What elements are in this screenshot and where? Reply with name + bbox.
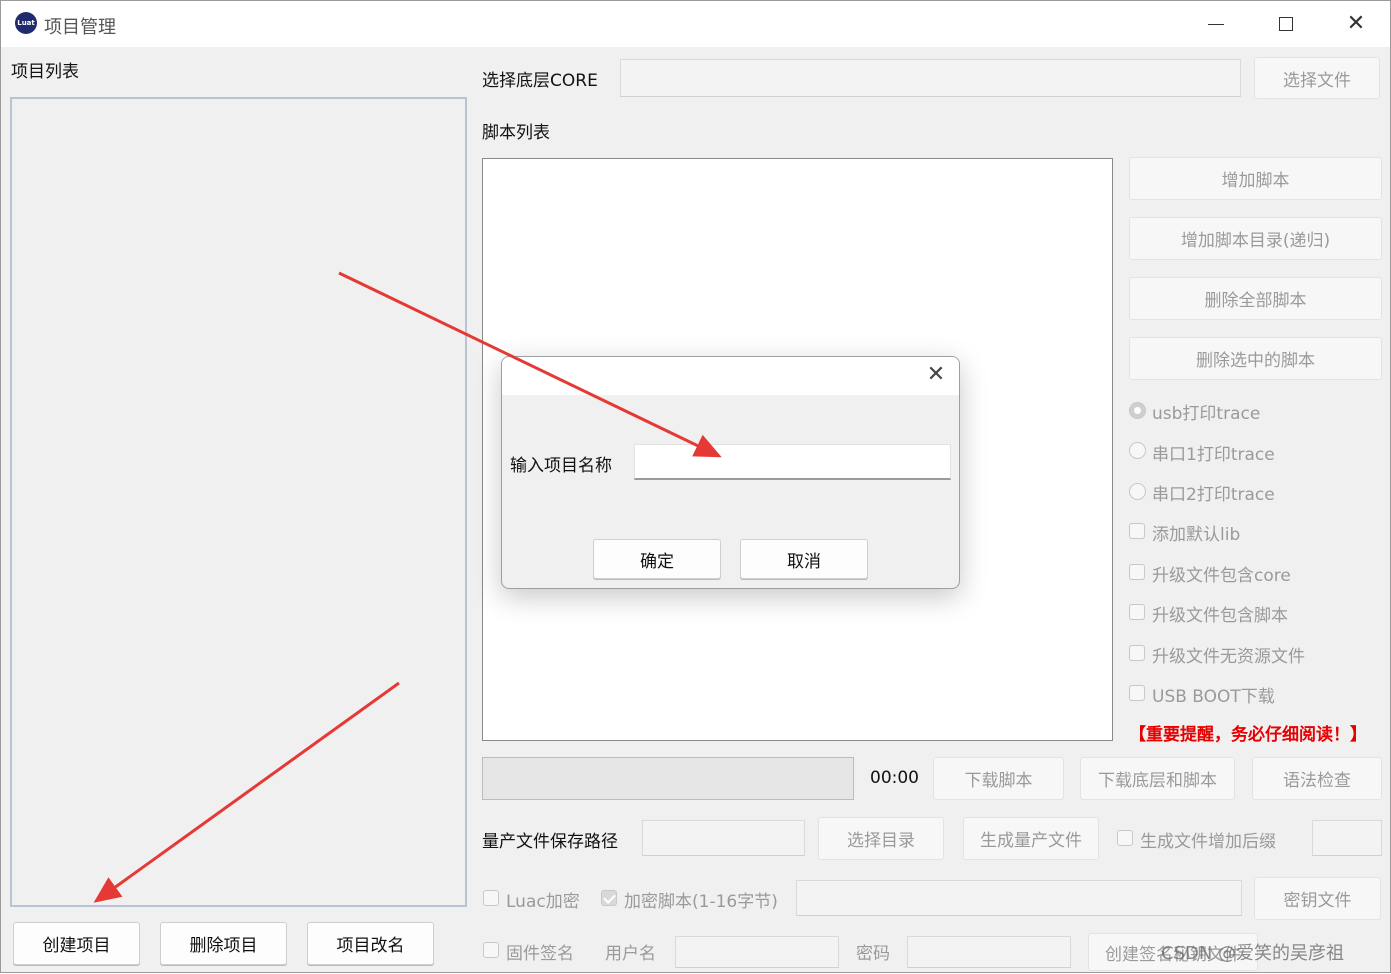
add-suffix-label: 生成文件增加后缀 [1140,832,1276,852]
core-path-field[interactable] [620,59,1241,97]
dialog-close-button[interactable]: ✕ [922,361,950,389]
select-directory-button[interactable]: 选择目录 [818,817,944,860]
production-path-label: 量产文件保存路径 [482,832,618,852]
production-path-field[interactable] [642,820,805,856]
usb-trace-radio[interactable] [1129,402,1146,419]
uart2-trace-radio[interactable] [1129,483,1146,500]
dialog-cancel-button[interactable]: 取消 [740,539,868,579]
dialog-ok-button[interactable]: 确定 [593,539,721,579]
project-list[interactable] [10,97,467,907]
core-label: 选择底层CORE [482,71,598,91]
include-script-label: 升级文件包含脚本 [1152,606,1288,626]
minimize-button[interactable] [1193,9,1239,39]
dialog-title-bar: ✕ [502,357,959,395]
important-notice-link[interactable]: 【重要提醒，务必仔细阅读！】 [1129,720,1367,745]
window-title: 项目管理 [44,17,116,38]
maximize-button[interactable] [1263,9,1309,39]
title-bar: Luat 项目管理 ✕ [1,1,1390,47]
uart2-trace-label: 串口2打印trace [1152,485,1275,505]
delete-selected-scripts-button[interactable]: 删除选中的脚本 [1129,337,1382,380]
create-project-button[interactable]: 创建项目 [13,922,140,965]
csdn-watermark: CSDN @爱笑的吴彦祖 [1161,943,1345,964]
add-default-lib-checkbox[interactable] [1129,523,1145,539]
select-file-button[interactable]: 选择文件 [1254,57,1380,99]
include-core-checkbox[interactable] [1129,564,1145,580]
minimize-icon [1208,23,1224,25]
key-file-button[interactable]: 密钥文件 [1254,877,1381,920]
usb-boot-label: USB BOOT下载 [1152,687,1275,707]
project-name-prompt: 输入项目名称 [510,456,612,476]
luac-encrypt-checkbox[interactable] [483,890,499,906]
username-label: 用户名 [605,944,656,964]
uart1-trace-radio[interactable] [1129,442,1146,459]
no-resource-checkbox[interactable] [1129,645,1145,661]
no-resource-label: 升级文件无资源文件 [1152,647,1305,667]
encrypt-script-label: 加密脚本(1-16字节) [624,892,778,912]
encrypt-key-field[interactable] [796,880,1242,916]
new-project-dialog: ✕ 输入项目名称 确定 取消 [501,356,960,589]
download-core-and-script-button[interactable]: 下载底层和脚本 [1080,757,1235,800]
download-script-button[interactable]: 下载脚本 [933,757,1064,800]
project-list-label: 项目列表 [11,62,79,82]
maximize-icon [1279,17,1293,31]
uart1-trace-label: 串口1打印trace [1152,445,1275,465]
add-script-button[interactable]: 增加脚本 [1129,157,1382,200]
elapsed-time: 00:00 [870,768,919,788]
download-progress-bar [482,757,854,800]
encrypt-script-checkbox[interactable] [601,890,617,906]
password-field[interactable] [907,936,1071,968]
script-list-label: 脚本列表 [482,123,550,143]
project-name-input[interactable] [634,444,951,480]
syntax-check-button[interactable]: 语法检查 [1252,757,1382,800]
close-icon: ✕ [1346,11,1366,36]
firmware-sign-checkbox[interactable] [483,942,499,958]
usb-trace-label: usb打印trace [1152,404,1261,424]
usb-boot-checkbox[interactable] [1129,685,1145,701]
app-logo-icon: Luat [15,12,37,34]
luac-encrypt-label: Luac加密 [506,892,580,912]
project-manager-window: Luat 项目管理 ✕ 项目列表 创建项目 删除项目 项目改名 选择底层CORE… [0,0,1391,973]
password-label: 密码 [856,944,890,964]
include-script-checkbox[interactable] [1129,604,1145,620]
close-icon: ✕ [926,362,946,387]
generate-production-file-button[interactable]: 生成量产文件 [963,817,1099,860]
username-field[interactable] [675,936,839,968]
delete-project-button[interactable]: 删除项目 [160,922,287,965]
firmware-sign-label: 固件签名 [506,944,574,964]
add-default-lib-label: 添加默认lib [1152,525,1241,545]
include-core-label: 升级文件包含core [1152,566,1291,586]
rename-project-button[interactable]: 项目改名 [307,922,434,965]
close-window-button[interactable]: ✕ [1333,9,1379,39]
add-script-dir-button[interactable]: 增加脚本目录(递归) [1129,217,1382,260]
add-suffix-checkbox[interactable] [1117,830,1133,846]
delete-all-scripts-button[interactable]: 删除全部脚本 [1129,277,1382,320]
suffix-field[interactable] [1312,820,1382,856]
